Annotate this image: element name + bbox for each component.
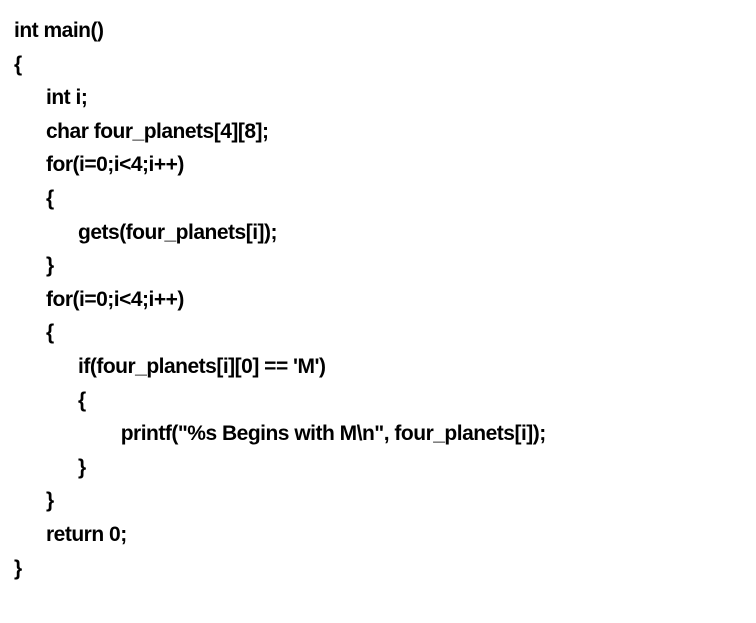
code-line: int main() [14,14,742,48]
code-line: { [14,182,742,216]
code-line: { [14,48,742,82]
code-line: } [14,249,742,283]
code-line: { [14,316,742,350]
code-line: } [14,451,742,485]
code-line: } [14,484,742,518]
code-line: int i; [14,81,742,115]
code-line: for(i=0;i<4;i++) [14,283,742,317]
code-block: int main(){ int i; char four_planets[4][… [14,14,742,585]
code-line: { [14,384,742,418]
code-line: } [14,552,742,586]
code-line: gets(four_planets[i]); [14,216,742,250]
code-line: for(i=0;i<4;i++) [14,148,742,182]
code-line: char four_planets[4][8]; [14,115,742,149]
code-line: return 0; [14,518,742,552]
code-line: if(four_planets[i][0] == 'M') [14,350,742,384]
code-line: printf("%s Begins with M\n", four_planet… [14,417,742,451]
